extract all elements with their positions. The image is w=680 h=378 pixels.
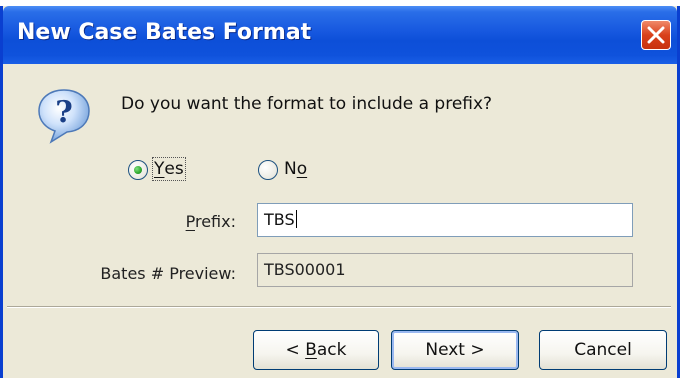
question-icon: ?: [38, 89, 90, 144]
radio-selected-dot: [134, 166, 142, 174]
radio-no-circle[interactable]: [258, 160, 278, 180]
radio-no[interactable]: No: [258, 157, 328, 183]
close-button[interactable]: [641, 20, 671, 50]
radio-yes-circle[interactable]: [128, 160, 148, 180]
close-icon: [647, 26, 665, 44]
radio-no-label[interactable]: No: [284, 159, 307, 179]
back-button[interactable]: < Back: [253, 330, 379, 370]
radio-yes[interactable]: Yes: [128, 157, 198, 183]
preview-field: TBS00001: [257, 253, 633, 287]
text-caret: [295, 210, 297, 228]
prefix-label: Prefix:: [185, 212, 236, 231]
dialog-body: ? Do you want the format to include a pr…: [3, 64, 677, 378]
cancel-button[interactable]: Cancel: [539, 330, 667, 370]
svg-text:?: ?: [55, 95, 73, 130]
title-bar[interactable]: New Case Bates Format: [3, 6, 677, 64]
dialog-window: New Case Bates Format ? Do you want the …: [0, 6, 680, 378]
preview-label: Bates # Preview:: [100, 264, 236, 283]
separator: [7, 306, 671, 308]
prefix-value: TBS: [264, 210, 295, 229]
radio-yes-label[interactable]: Yes: [152, 157, 186, 181]
window-title: New Case Bates Format: [17, 20, 312, 45]
question-text: Do you want the format to include a pref…: [121, 94, 493, 114]
next-button[interactable]: Next >: [391, 330, 519, 370]
prefix-input[interactable]: TBS: [257, 203, 633, 237]
